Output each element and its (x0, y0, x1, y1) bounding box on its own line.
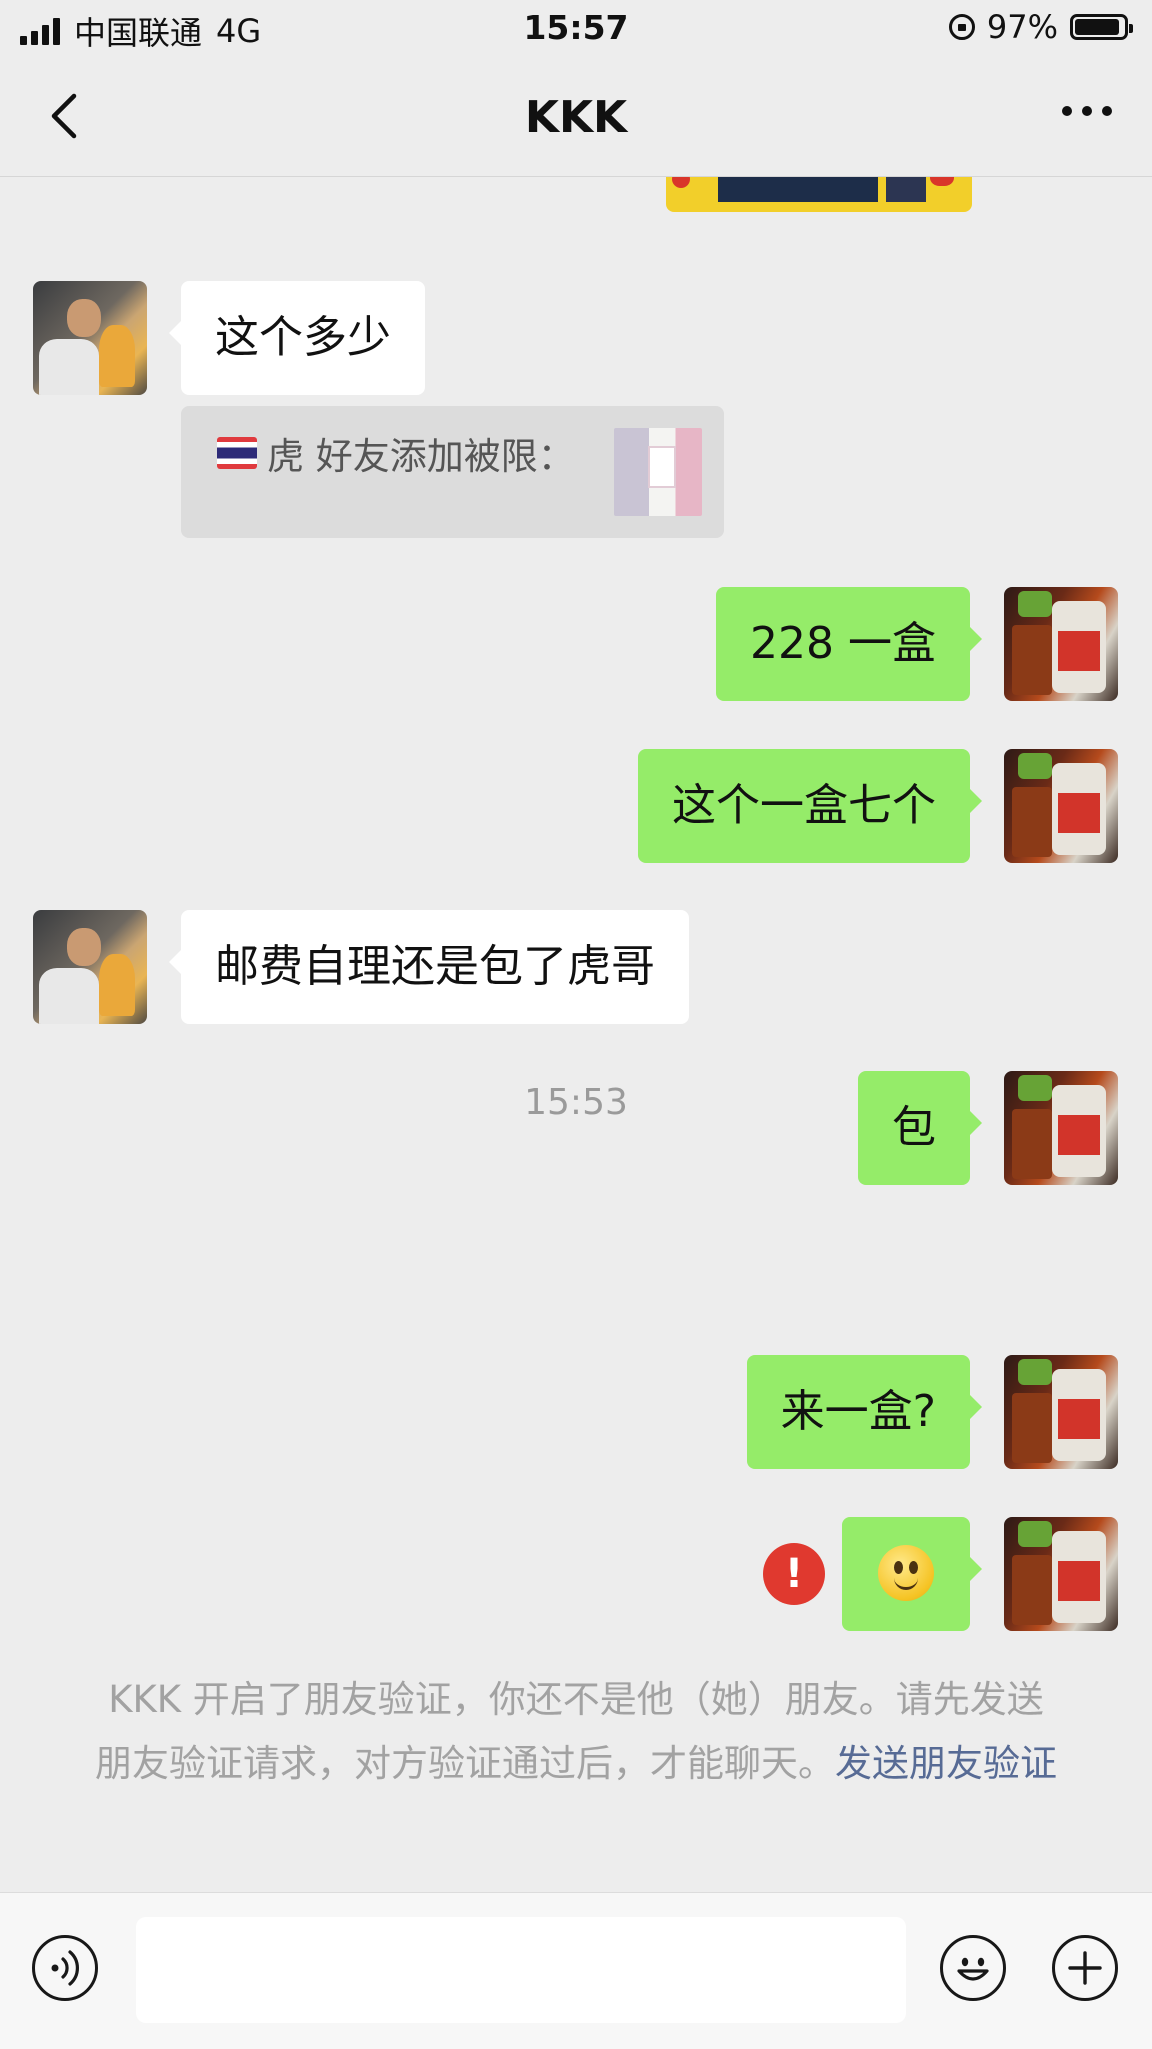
more-icon[interactable] (1062, 106, 1112, 116)
message-input[interactable] (136, 1917, 906, 2023)
my-avatar[interactable] (1004, 1355, 1118, 1469)
rotation-lock-icon (948, 14, 975, 40)
message-bubble[interactable]: 228 一盒 (716, 587, 982, 701)
voice-input-button[interactable] (32, 1935, 98, 2001)
smile-emoji-icon (878, 1545, 934, 1601)
quote-thumbnail (614, 428, 702, 516)
emoji-message-bubble[interactable] (842, 1517, 982, 1631)
status-right: 97% (948, 8, 1133, 46)
quoted-message[interactable]: 虎 好友添加被限： (181, 406, 724, 538)
quote-text: 虎 好友添加被限： (267, 435, 575, 478)
friend-verification-notice: KKK 开启了朋友验证，你还不是他（她）朋友。请先发送朋友验证请求，对方验证通过… (90, 1668, 1062, 1796)
message-bubble[interactable]: 这个一盒七个 (638, 749, 982, 863)
my-avatar[interactable] (1004, 1517, 1118, 1631)
battery-icon (1070, 14, 1133, 40)
status-bar: 中国联通 4G 15:57 97% (0, 0, 1152, 58)
thailand-flag-icon (217, 437, 257, 469)
friend-avatar[interactable] (33, 910, 147, 1024)
message-bubble[interactable]: 这个多少 (169, 281, 425, 395)
send-failed-icon[interactable]: ! (763, 1543, 825, 1605)
smiley-icon (957, 1957, 989, 1981)
message-bubble[interactable]: 邮费自理还是包了虎哥 (169, 910, 689, 1024)
message-bubble[interactable]: 来一盒? (746, 1355, 983, 1469)
send-verification-link[interactable]: 发送朋友验证 (835, 1742, 1057, 1785)
battery-percent: 97% (986, 8, 1058, 46)
chat-area[interactable]: 这个多少 虎 好友添加被限： 228 一盒 这个一盒七个 邮费自理还是包了虎哥 … (0, 176, 1152, 1892)
image-message[interactable] (666, 176, 972, 212)
message-timestamp: 15:53 (524, 1082, 628, 1123)
more-functions-button[interactable] (1052, 1935, 1118, 2001)
friend-avatar[interactable] (33, 281, 147, 395)
plus-icon (1068, 1951, 1102, 1985)
my-avatar[interactable] (1004, 749, 1118, 863)
emoji-button[interactable] (940, 1935, 1006, 2001)
my-avatar[interactable] (1004, 587, 1118, 701)
voice-icon (51, 1950, 79, 1986)
nav-bar: KKK (0, 58, 1152, 177)
chat-title: KKK (524, 92, 628, 143)
input-bar (0, 1892, 1152, 2049)
